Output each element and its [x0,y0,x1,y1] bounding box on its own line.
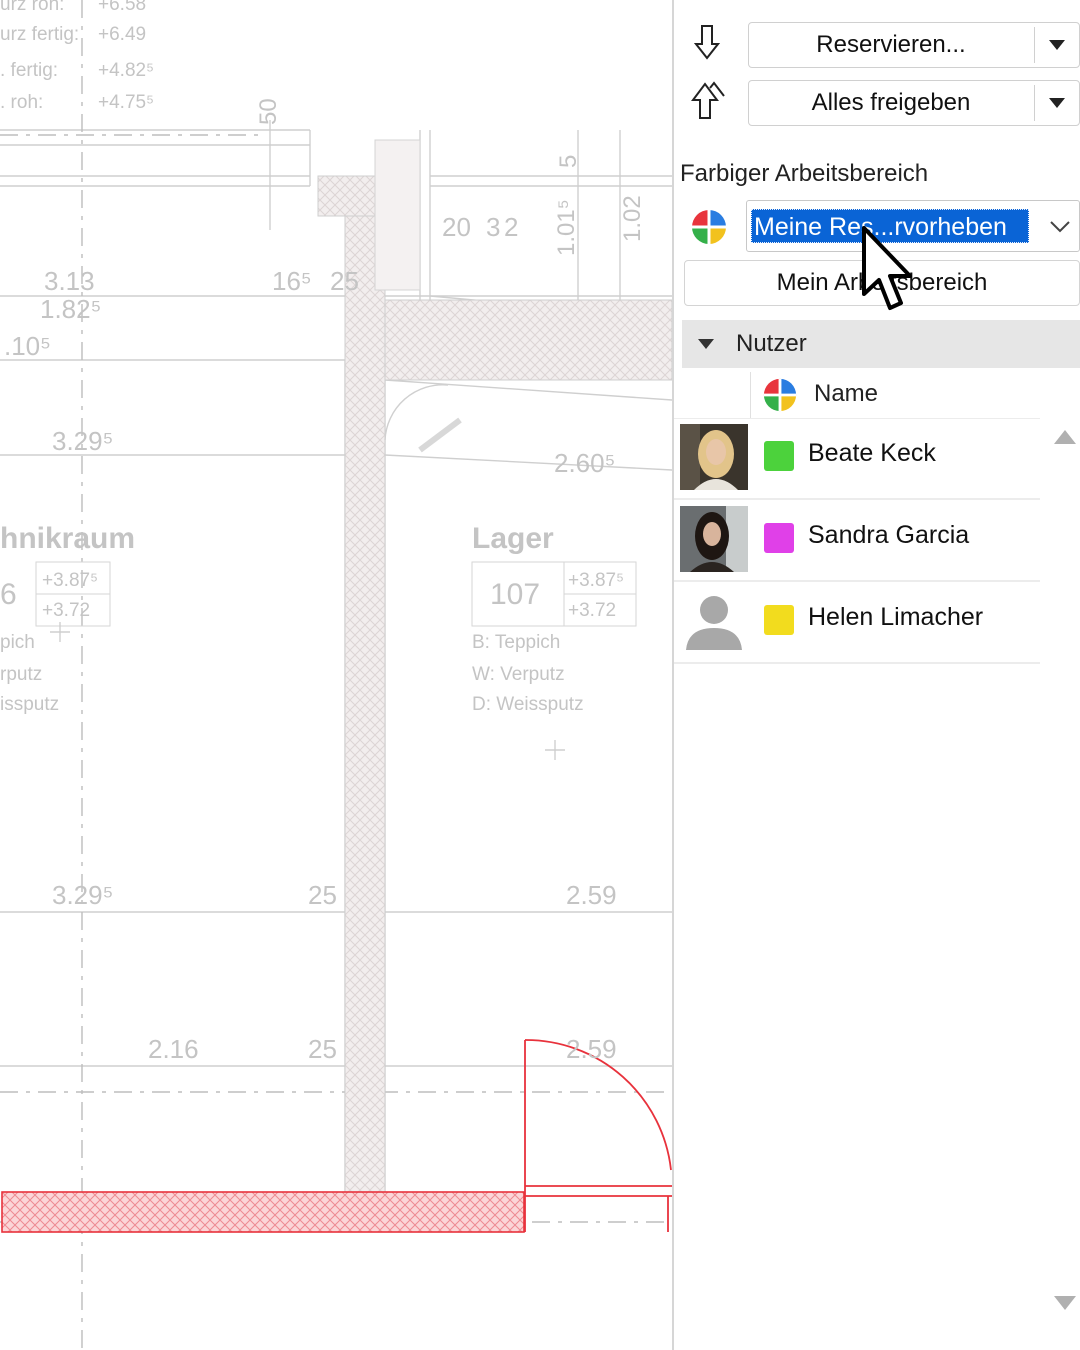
plan-text: issputz [0,694,59,715]
plan-text: 3.29⁵ [52,880,113,910]
plan-text: 3.29⁵ [52,426,113,456]
column-header[interactable]: Name [674,372,1040,419]
release-all-button[interactable]: Alles freigeben [748,80,1080,126]
plan-text: 25 [330,266,359,296]
user-color-swatch[interactable] [764,605,794,635]
reserve-arrow-down-icon[interactable] [693,24,721,65]
plan-text: +4.75⁵ [98,92,154,113]
plan-text: 25 [308,880,337,910]
plan-text: +4.82⁵ [98,60,154,81]
column-separator [750,372,751,418]
plan-text: . roh: [0,92,43,113]
plan-text: 2.59 [566,880,617,910]
release-all-button-label: Alles freigeben [811,89,971,116]
user-color-swatch[interactable] [764,441,794,471]
color-palette-icon [690,208,728,251]
plan-text: pich [0,632,35,653]
user-row[interactable]: Helen Limacher [674,582,1040,664]
plan-text: Lager [472,522,554,555]
plan-text: +3.87⁵ [42,570,98,591]
plan-text: 5 [555,155,582,168]
user-list: Name Beate Keck Sandra Garcia Helen Lima… [674,372,1040,1350]
plan-text: 16⁵ [272,266,312,296]
plan-text: urz roh: [0,0,64,15]
vertical-scrollbar[interactable] [1044,372,1080,1332]
chevron-down-icon[interactable] [1047,213,1073,244]
plan-text: 107 [490,578,540,611]
plan-text: 6 [0,578,17,611]
plan-text: 2 [504,212,518,242]
triangle-down-icon [1049,40,1065,50]
reserve-dropdown-toggle[interactable] [1034,27,1079,63]
column-name-label: Name [814,380,879,407]
plan-text: urz fertig: [0,24,79,45]
plan-text: +6.49 [98,24,146,45]
plan-text: 20 [442,212,471,242]
plan-text: +3.87⁵ [568,570,624,591]
plan-text: 2.60⁵ [554,448,615,478]
plan-text: 3 [486,212,500,242]
reserve-button[interactable]: Reservieren... [748,22,1080,68]
triangle-down-icon [1049,98,1065,108]
section-title: Farbiger Arbeitsbereich [680,160,929,187]
user-avatar-photo [680,424,748,490]
plan-text: +3.72 [568,600,616,621]
color-palette-icon [762,377,798,418]
plan-text: D: Weissputz [472,694,584,715]
user-name: Sandra Garcia [808,521,970,549]
plan-text: W: Verputz [472,664,565,685]
plan-text: 1.82⁵ [40,294,101,324]
floor-plan-drawing: urz roh: +6.58 urz fertig: +6.49 . ferti… [0,0,672,1350]
release-arrow-up-icon[interactable] [690,80,726,125]
reserve-button-label: Reservieren... [816,31,966,58]
floor-plan-canvas[interactable]: urz roh: +6.58 urz fertig: +6.49 . ferti… [0,0,672,1350]
user-avatar-placeholder-icon [680,588,748,654]
plan-text: +6.58 [98,0,146,15]
users-group-header[interactable]: Nutzer [682,320,1080,368]
user-color-swatch[interactable] [764,523,794,553]
plan-text: rputz [0,664,42,685]
plan-text: 1.01⁵ [553,199,580,256]
user-name: Helen Limacher [808,603,984,631]
plan-text: 50 [255,98,282,125]
plan-text: 3.13 [44,266,95,296]
release-dropdown-toggle[interactable] [1034,85,1079,121]
plan-text: 1.02 [619,195,646,242]
mouse-pointer-icon [860,226,924,327]
scroll-down-arrow-icon[interactable] [1054,1296,1076,1310]
user-row[interactable]: Sandra Garcia [674,500,1040,582]
plan-text: B: Teppich [472,632,560,653]
teamwork-panel: Reservieren... Alles freigeben Farbiger … [672,0,1080,1350]
plan-text: 2.16 [148,1034,199,1064]
user-name: Beate Keck [808,439,936,467]
users-group-label: Nutzer [736,330,807,357]
plan-text: .10⁵ [4,331,51,361]
user-row[interactable]: Beate Keck [674,418,1040,500]
plan-text: +3.72 [42,600,90,621]
scroll-up-arrow-icon[interactable] [1054,430,1076,444]
collapse-triangle-icon[interactable] [698,339,714,349]
plan-text: 25 [308,1034,337,1064]
plan-text: 2.59 [566,1034,617,1064]
plan-text: hnikraum [0,522,135,555]
plan-text: . fertig: [0,60,58,81]
user-avatar-photo [680,506,748,572]
